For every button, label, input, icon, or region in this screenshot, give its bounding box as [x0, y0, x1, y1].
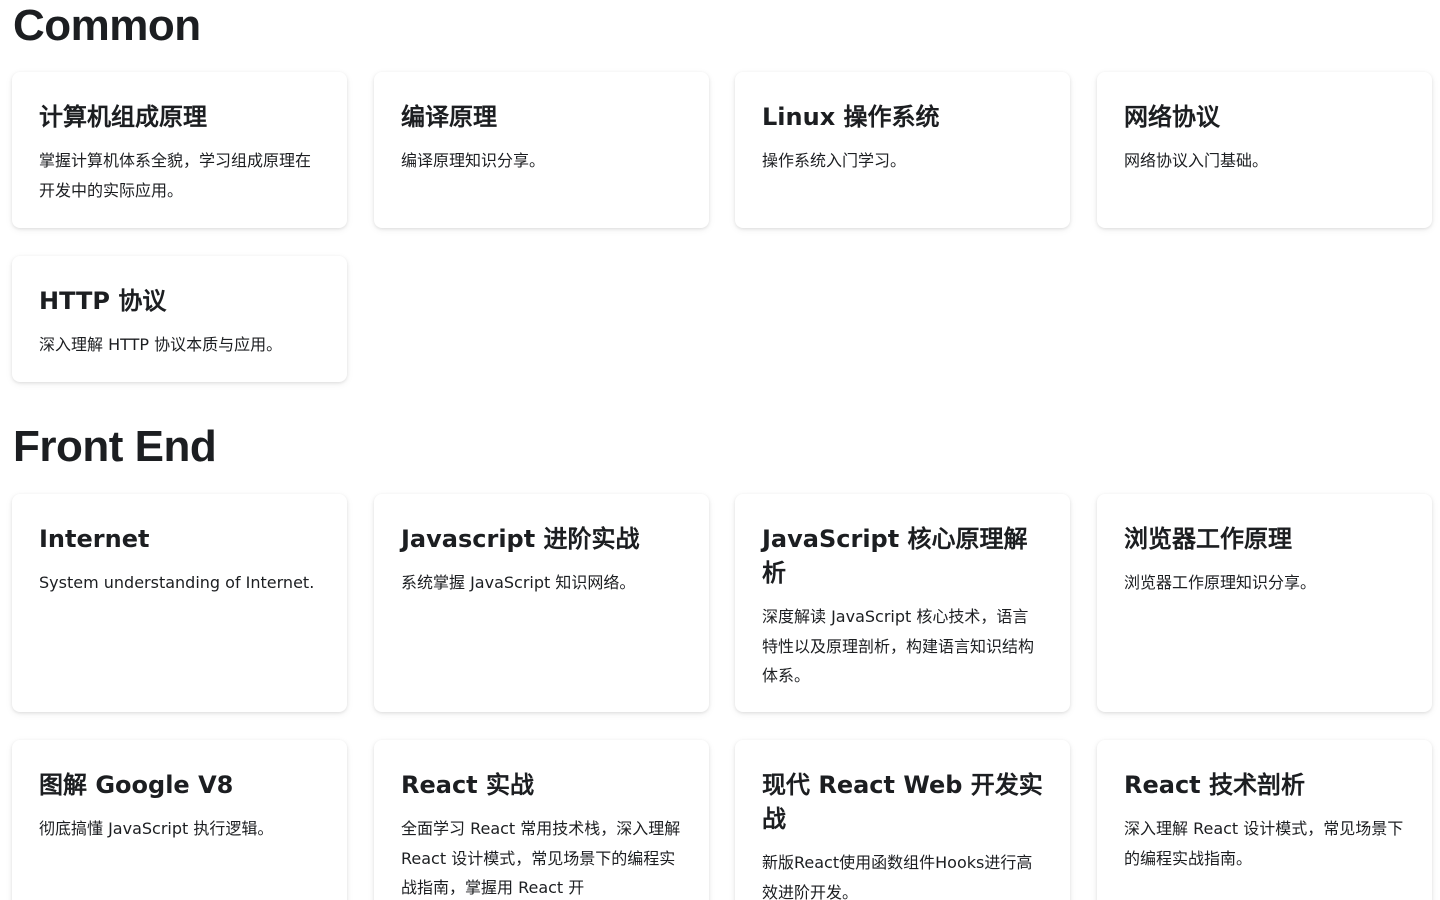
- section-title-common: Common: [13, 1, 201, 50]
- card-description: 深入理解 HTTP 协议本质与应用。: [39, 335, 283, 354]
- card-title: JavaScript 核心原理解析: [762, 525, 1028, 587]
- card-title: Internet: [39, 525, 150, 553]
- card-title: 网络协议: [1124, 103, 1220, 131]
- card-title: 图解 Google V8: [39, 771, 234, 799]
- card-react-practice[interactable]: React 实战 全面学习 React 常用技术栈，深入理解 React 设计模…: [374, 740, 709, 900]
- card-title: HTTP 协议: [39, 287, 167, 315]
- card-title: 计算机组成原理: [39, 103, 207, 131]
- card-javascript-advanced[interactable]: Javascript 进阶实战 系统掌握 JavaScript 知识网络。: [374, 494, 709, 712]
- card-description: 操作系统入门学习。: [762, 151, 907, 170]
- card-title: 现代 React Web 开发实战: [762, 771, 1043, 833]
- card-description: 深度解读 JavaScript 核心技术，语言特性以及原理剖析，构建语言知识结构…: [762, 607, 1035, 685]
- page: Common 计算机组成原理 掌握计算机体系全貌，学习组成原理在开发中的实际应用…: [0, 0, 1440, 900]
- card-description: 编译原理知识分享。: [401, 151, 546, 170]
- card-description: System understanding of Internet.: [39, 573, 315, 592]
- card-title: 浏览器工作原理: [1124, 525, 1292, 553]
- card-internet[interactable]: Internet System understanding of Interne…: [12, 494, 347, 712]
- card-javascript-core[interactable]: JavaScript 核心原理解析 深度解读 JavaScript 核心技术，语…: [735, 494, 1070, 712]
- card-browser-internals[interactable]: 浏览器工作原理 浏览器工作原理知识分享。: [1097, 494, 1432, 712]
- card-description: 系统掌握 JavaScript 知识网络。: [401, 573, 636, 592]
- card-description: 掌握计算机体系全貌，学习组成原理在开发中的实际应用。: [39, 151, 312, 200]
- card-description: 新版React使用函数组件Hooks进行高效进阶开发。: [762, 853, 1033, 900]
- card-http-protocol[interactable]: HTTP 协议 深入理解 HTTP 协议本质与应用。: [12, 256, 347, 382]
- card-description: 浏览器工作原理知识分享。: [1124, 573, 1317, 592]
- card-description: 彻底搞懂 JavaScript 执行逻辑。: [39, 819, 274, 838]
- card-react-analysis[interactable]: React 技术剖析 深入理解 React 设计模式，常见场景下的编程实战指南。: [1097, 740, 1432, 900]
- card-compiler-principles[interactable]: 编译原理 编译原理知识分享。: [374, 72, 709, 228]
- card-network-protocols[interactable]: 网络协议 网络协议入门基础。: [1097, 72, 1432, 228]
- card-computer-organization[interactable]: 计算机组成原理 掌握计算机体系全貌，学习组成原理在开发中的实际应用。: [12, 72, 347, 228]
- card-description: 网络协议入门基础。: [1124, 151, 1269, 170]
- card-linux-os[interactable]: Linux 操作系统 操作系统入门学习。: [735, 72, 1070, 228]
- card-title: Linux 操作系统: [762, 103, 940, 131]
- card-google-v8[interactable]: 图解 Google V8 彻底搞懂 JavaScript 执行逻辑。: [12, 740, 347, 900]
- card-title: React 技术剖析: [1124, 771, 1306, 799]
- card-description: 深入理解 React 设计模式，常见场景下的编程实战指南。: [1124, 819, 1404, 868]
- section-title-front-end: Front End: [13, 422, 217, 471]
- card-title: Javascript 进阶实战: [401, 525, 640, 553]
- card-modern-react-web[interactable]: 现代 React Web 开发实战 新版React使用函数组件Hooks进行高效…: [735, 740, 1070, 900]
- card-title: React 实战: [401, 771, 535, 799]
- card-title: 编译原理: [401, 103, 497, 131]
- card-description: 全面学习 React 常用技术栈，深入理解 React 设计模式，常见场景下的编…: [401, 819, 681, 897]
